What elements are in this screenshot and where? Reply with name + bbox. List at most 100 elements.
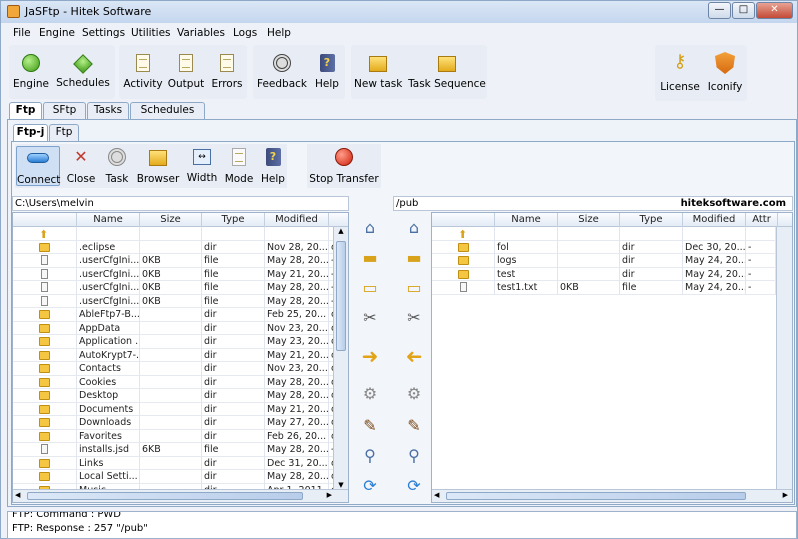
local-table-row[interactable]: DownloadsdirMay 27, 20...c bbox=[13, 416, 348, 430]
session-help-button[interactable]: ? Help bbox=[259, 148, 287, 185]
remote-col-name[interactable]: Name bbox=[495, 213, 558, 227]
local-path-field[interactable]: C:\Users\melvin bbox=[12, 196, 349, 211]
local-table-row[interactable]: LinksdirDec 31, 20...c bbox=[13, 456, 348, 470]
home-icon[interactable]: ⌂ bbox=[361, 219, 379, 237]
subtab-ftp-j[interactable]: Ftp-j bbox=[13, 124, 48, 141]
menu-engine[interactable]: Engine bbox=[39, 27, 75, 39]
stop-transfer-button[interactable]: Stop Transfer bbox=[309, 148, 379, 185]
settings-gear-icon[interactable]: ⚙ bbox=[405, 385, 423, 403]
scroll-up-icon[interactable]: ▲ bbox=[334, 227, 348, 235]
refresh-icon[interactable]: ⟳ bbox=[405, 477, 423, 495]
remote-horizontal-scrollbar[interactable]: ◀ ▶ bbox=[432, 489, 792, 502]
rename-pencil-icon[interactable]: ✎ bbox=[405, 417, 423, 435]
search-icon[interactable]: ⚲ bbox=[361, 447, 379, 465]
task-sequence-button[interactable]: Task Sequence bbox=[408, 54, 486, 90]
activity-button[interactable]: Activity bbox=[122, 54, 164, 90]
local-table-row[interactable]: .eclipsedirNov 28, 20...c bbox=[13, 240, 348, 254]
engine-button[interactable]: Engine bbox=[12, 54, 50, 90]
download-arrow-icon[interactable]: ➜ bbox=[405, 344, 423, 368]
remote-col-size[interactable]: Size bbox=[558, 213, 620, 227]
rename-pencil-icon[interactable]: ✎ bbox=[361, 417, 379, 435]
local-table-row[interactable]: AbleFtp7-B...dirFeb 25, 20...c bbox=[13, 308, 348, 322]
search-icon[interactable]: ⚲ bbox=[405, 447, 423, 465]
tab-tasks[interactable]: Tasks bbox=[87, 102, 129, 119]
local-table-row[interactable]: .userCfgIni...0KBfileMay 21, 20...- bbox=[13, 267, 348, 281]
open-folder-icon[interactable]: ▭ bbox=[361, 279, 379, 297]
remote-path-field[interactable]: /pub hiteksoftware.com bbox=[393, 196, 793, 211]
new-folder-icon[interactable]: ▬ bbox=[361, 249, 379, 267]
cut-icon[interactable]: ✂ bbox=[361, 309, 379, 327]
local-table-row[interactable]: DesktopdirMay 28, 20...c bbox=[13, 389, 348, 403]
connect-button[interactable]: Connect bbox=[16, 146, 60, 186]
local-vscroll-thumb[interactable] bbox=[336, 241, 346, 351]
remote-table-row[interactable]: ⬆ bbox=[432, 227, 792, 241]
remote-col-type[interactable]: Type bbox=[620, 213, 683, 227]
scroll-right-icon[interactable]: ▶ bbox=[327, 491, 332, 499]
width-button[interactable]: ↔ Width bbox=[186, 148, 218, 184]
schedules-button[interactable]: Schedules bbox=[55, 54, 111, 89]
scroll-down-icon[interactable]: ▼ bbox=[334, 481, 348, 489]
menu-file[interactable]: File bbox=[13, 27, 31, 39]
settings-gear-icon[interactable]: ⚙ bbox=[361, 385, 379, 403]
upload-arrow-icon[interactable]: ➜ bbox=[361, 346, 379, 366]
local-col-name[interactable]: Name bbox=[77, 213, 140, 227]
local-vertical-scrollbar[interactable]: ▲ ▼ bbox=[333, 227, 348, 489]
local-table-row[interactable]: installs.jsd6KBfileMay 28, 20...- bbox=[13, 443, 348, 457]
local-table-row[interactable]: Local Setti...dirMay 28, 20...c bbox=[13, 470, 348, 484]
local-table-row[interactable]: .userCfgIni...0KBfileMay 28, 20...- bbox=[13, 294, 348, 308]
remote-vertical-scrollbar[interactable] bbox=[776, 227, 792, 489]
local-table-row[interactable]: AppDatadirNov 23, 20...c bbox=[13, 321, 348, 335]
local-table-row[interactable]: ContactsdirNov 23, 20...c bbox=[13, 362, 348, 376]
menu-help[interactable]: Help bbox=[267, 27, 291, 39]
new-task-button[interactable]: New task bbox=[354, 54, 402, 90]
remote-table-row[interactable]: logs dir May 24, 20... - bbox=[432, 254, 792, 268]
open-folder-icon[interactable]: ▭ bbox=[405, 279, 423, 297]
tab-sftp[interactable]: SFtp bbox=[43, 102, 86, 119]
tab-ftp[interactable]: Ftp bbox=[9, 102, 42, 119]
license-button[interactable]: ⚷ License bbox=[659, 52, 701, 94]
local-col-modified[interactable]: Modified bbox=[265, 213, 329, 227]
new-folder-icon[interactable]: ▬ bbox=[405, 249, 423, 267]
errors-button[interactable]: Errors bbox=[208, 54, 246, 90]
local-table-row[interactable]: DocumentsdirMay 21, 20...c bbox=[13, 402, 348, 416]
output-button[interactable]: Output bbox=[167, 54, 205, 90]
local-table-row[interactable]: FavoritesdirFeb 26, 20...c bbox=[13, 429, 348, 443]
local-col-size[interactable]: Size bbox=[140, 213, 202, 227]
remote-table-row[interactable]: test dir May 24, 20... - bbox=[432, 267, 792, 281]
scroll-left-icon[interactable]: ◀ bbox=[434, 491, 439, 499]
local-col-type[interactable]: Type bbox=[202, 213, 265, 227]
local-horizontal-scrollbar[interactable]: ◀ ▶ bbox=[13, 489, 348, 502]
scroll-left-icon[interactable]: ◀ bbox=[15, 491, 20, 499]
local-table-row[interactable]: ⬆ bbox=[13, 227, 348, 241]
task-button[interactable]: Task bbox=[102, 148, 132, 185]
log-output[interactable]: FTP: Command : PWD FTP: Response : 257 "… bbox=[7, 511, 797, 539]
remote-table-row[interactable]: fol dir Dec 30, 20... - bbox=[432, 240, 792, 254]
cut-icon[interactable]: ✂ bbox=[405, 309, 423, 327]
local-table-row[interactable]: AutoKrypt7-...dirMay 21, 20...c bbox=[13, 348, 348, 362]
maximize-button[interactable]: □ bbox=[732, 2, 755, 19]
scroll-right-icon[interactable]: ▶ bbox=[783, 491, 788, 499]
refresh-icon[interactable]: ⟳ bbox=[361, 477, 379, 495]
feedback-button[interactable]: Feedback bbox=[257, 54, 307, 90]
local-hscroll-thumb[interactable] bbox=[27, 492, 303, 500]
remote-hscroll-thumb[interactable] bbox=[446, 492, 746, 500]
minimize-button[interactable]: — bbox=[708, 2, 731, 19]
local-table-row[interactable]: .userCfgIni...0KBfileMay 28, 20...- bbox=[13, 254, 348, 268]
close-window-button[interactable]: ✕ bbox=[756, 2, 793, 19]
subtab-ftp[interactable]: Ftp bbox=[49, 124, 79, 141]
menu-variables[interactable]: Variables bbox=[177, 27, 225, 39]
menu-utilities[interactable]: Utilities bbox=[131, 27, 171, 39]
remote-col-attr[interactable]: Attr bbox=[746, 213, 778, 227]
menu-logs[interactable]: Logs bbox=[233, 27, 257, 39]
home-icon[interactable]: ⌂ bbox=[405, 219, 423, 237]
local-table-row[interactable]: Application ...dirMay 23, 20...c bbox=[13, 335, 348, 349]
browser-button[interactable]: Browser bbox=[136, 148, 180, 185]
remote-col-modified[interactable]: Modified bbox=[683, 213, 746, 227]
local-table-row[interactable]: .userCfgIni...0KBfileMay 28, 20...- bbox=[13, 281, 348, 295]
close-button[interactable]: ✕ Close bbox=[65, 148, 97, 186]
help-button[interactable]: ? Help bbox=[313, 54, 341, 90]
iconify-button[interactable]: Iconify bbox=[705, 52, 745, 93]
remote-table-row[interactable]: test1.txt 0KB file May 24, 20... - bbox=[432, 281, 792, 295]
tab-schedules[interactable]: Schedules bbox=[130, 102, 205, 119]
mode-button[interactable]: Mode bbox=[223, 148, 255, 185]
